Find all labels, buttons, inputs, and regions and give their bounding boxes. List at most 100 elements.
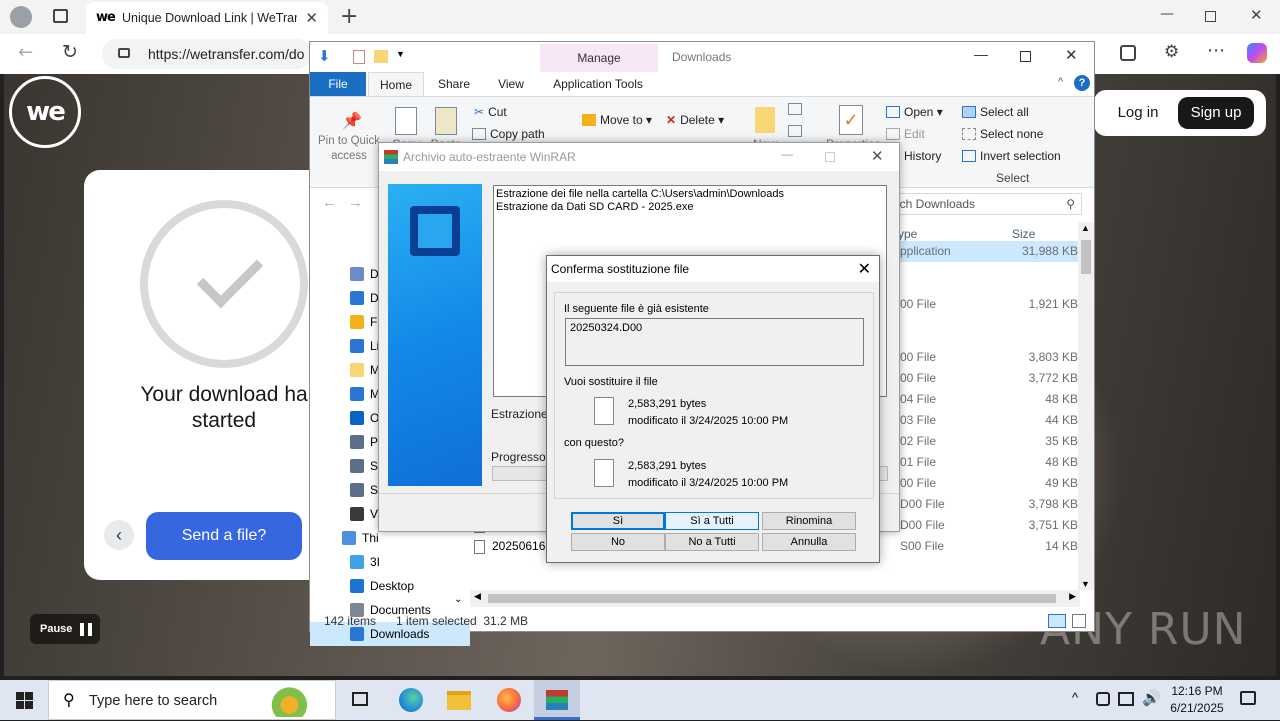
pin-quick-access-button[interactable]: 📌 Pin to Quick access xyxy=(316,111,382,163)
login-button[interactable]: Log in xyxy=(1106,98,1170,128)
back-button[interactable]: ‹ xyxy=(104,520,134,550)
signup-button[interactable]: Sign up xyxy=(1178,97,1254,129)
copy-path-label: Copy path xyxy=(490,127,545,141)
new-file-date: modificato il 3/24/2025 10:00 PM xyxy=(628,477,789,489)
restore-window-icon[interactable] xyxy=(1205,11,1216,22)
scroll-down-icon[interactable]: ▼ xyxy=(1081,579,1090,589)
confirm-close-icon[interactable]: ✕ xyxy=(858,259,871,279)
vertical-scroll-thumb[interactable] xyxy=(1081,240,1091,274)
extensions-icon[interactable]: ⚙ xyxy=(1164,42,1179,62)
nav-item[interactable]: D xyxy=(350,286,379,310)
collapse-ribbon-icon[interactable]: ^ xyxy=(1058,76,1063,88)
task-view-button[interactable] xyxy=(338,680,384,720)
yes-to-all-button[interactable]: Sì a Tutti xyxy=(665,512,759,530)
reload-icon[interactable]: ↻ xyxy=(62,41,78,63)
winrar-close-icon[interactable]: ✕ xyxy=(871,147,884,165)
cut-button[interactable]: ✂ Cut xyxy=(474,105,507,119)
maximize-icon[interactable] xyxy=(1020,51,1031,62)
nav-forward-icon[interactable]: → xyxy=(348,194,363,211)
show-hidden-icons[interactable]: ^ xyxy=(1072,690,1078,705)
no-button[interactable]: No xyxy=(571,533,665,551)
address-bar[interactable]: https://wetransfer.com/do xyxy=(102,39,312,69)
tiles-view-icon[interactable] xyxy=(1072,614,1086,628)
volume-icon[interactable]: 🔊 xyxy=(1142,689,1161,707)
easy-access-icon[interactable] xyxy=(788,125,802,137)
scroll-left-icon[interactable]: ◀ xyxy=(474,591,481,602)
properties-quick-icon[interactable] xyxy=(353,50,365,64)
pause-button[interactable]: Pause xyxy=(30,614,100,644)
taskbar-file-explorer[interactable] xyxy=(436,680,482,720)
nav-item[interactable]: D xyxy=(350,262,379,286)
delete-button[interactable]: ✕ Delete ▾ xyxy=(666,113,724,127)
minimize-window-icon[interactable]: — xyxy=(1160,6,1174,22)
horizontal-scrollbar[interactable]: ◀ ▶ xyxy=(470,590,1080,607)
back-icon[interactable]: ← xyxy=(18,42,33,63)
ethernet-icon[interactable] xyxy=(1118,692,1134,706)
tab-home[interactable]: Home xyxy=(368,72,424,96)
start-button[interactable] xyxy=(0,680,48,720)
edit-button[interactable]: Edit xyxy=(886,127,925,141)
network-icon[interactable] xyxy=(1096,692,1110,706)
yes-button[interactable]: Sì xyxy=(571,512,665,530)
move-to-button[interactable]: Move to ▾ xyxy=(582,113,652,127)
nav-item[interactable]: Li xyxy=(350,334,379,358)
close-icon[interactable]: ✕ xyxy=(1065,46,1078,64)
tab-application-tools[interactable]: Application Tools xyxy=(542,72,654,96)
collections-icon[interactable] xyxy=(1120,45,1136,61)
tab-view[interactable]: View xyxy=(486,72,536,96)
file-size: 3,751 KB xyxy=(1028,518,1078,532)
help-icon[interactable]: ? xyxy=(1074,75,1090,91)
manage-tab[interactable]: Manage xyxy=(540,44,658,72)
minimize-icon[interactable]: — xyxy=(974,46,988,62)
winrar-logo-icon xyxy=(410,206,460,256)
tab-actions-icon[interactable] xyxy=(53,9,68,23)
notifications-icon[interactable] xyxy=(1240,691,1256,705)
taskbar-winrar[interactable] xyxy=(534,680,580,720)
more-menu-icon[interactable]: ⋯ xyxy=(1207,40,1225,61)
scroll-up-icon[interactable]: ▲ xyxy=(1081,223,1090,233)
taskbar-edge[interactable] xyxy=(388,680,434,720)
copy-path-button[interactable]: Copy path xyxy=(472,127,545,141)
vertical-scrollbar[interactable]: ▲ ▼ xyxy=(1078,222,1094,590)
copilot-icon[interactable] xyxy=(1247,43,1267,63)
horizontal-scroll-thumb[interactable] xyxy=(488,594,1056,603)
nav-item[interactable]: M xyxy=(350,382,380,406)
send-file-button[interactable]: Send a file? xyxy=(146,512,302,560)
browser-tab[interactable]: we Unique Download Link | WeTransf ✕ xyxy=(86,2,328,34)
site-info-icon[interactable] xyxy=(118,48,130,58)
no-to-all-button[interactable]: No a Tutti xyxy=(665,533,759,551)
taskbar-firefox[interactable] xyxy=(486,680,532,720)
new-item-icon[interactable] xyxy=(788,103,802,115)
new-tab-icon[interactable]: + xyxy=(340,4,358,29)
folder-quick-icon[interactable] xyxy=(374,50,388,63)
profile-icon[interactable] xyxy=(10,6,32,28)
tab-file[interactable]: File xyxy=(310,72,366,96)
customize-toolbar-icon[interactable]: ▼ xyxy=(396,49,405,59)
nav-item[interactable]: Thi xyxy=(342,526,379,550)
search-downloads-field[interactable]: arch Downloads ⚲ xyxy=(882,193,1082,215)
nav-item[interactable]: 3I xyxy=(350,550,380,574)
close-tab-icon[interactable]: ✕ xyxy=(305,9,318,27)
nav-item[interactable]: Desktop xyxy=(350,574,414,598)
winrar-minimize-icon[interactable]: — xyxy=(781,147,793,161)
cancel-button[interactable]: Annulla xyxy=(762,533,856,551)
nav-item[interactable]: M xyxy=(350,358,380,382)
close-window-icon[interactable]: ✕ xyxy=(1250,6,1263,24)
nav-scroll-down-icon[interactable]: ⌄ xyxy=(454,594,462,605)
select-all-button[interactable]: Select all xyxy=(962,105,1029,119)
rename-button[interactable]: Rinomina xyxy=(762,512,856,530)
nav-item[interactable]: Vi xyxy=(350,502,380,526)
nav-item-icon xyxy=(350,507,364,521)
taskbar-search-box[interactable]: ⚲ Type here to search xyxy=(48,680,336,720)
tab-share[interactable]: Share xyxy=(428,72,480,96)
wetransfer-logo[interactable]: we xyxy=(9,76,81,148)
nav-back-icon[interactable]: ← xyxy=(322,194,337,211)
scroll-right-icon[interactable]: ▶ xyxy=(1069,591,1076,602)
select-none-button[interactable]: Select none xyxy=(962,127,1043,141)
details-view-icon[interactable] xyxy=(1048,614,1066,628)
invert-selection-button[interactable]: Invert selection xyxy=(962,149,1061,163)
nav-item[interactable]: O xyxy=(350,406,379,430)
open-button[interactable]: Open ▾ xyxy=(886,105,943,119)
nav-item[interactable]: Pi xyxy=(350,430,381,454)
taskbar-clock[interactable]: 12:16 PM 6/21/2025 xyxy=(1160,683,1234,717)
